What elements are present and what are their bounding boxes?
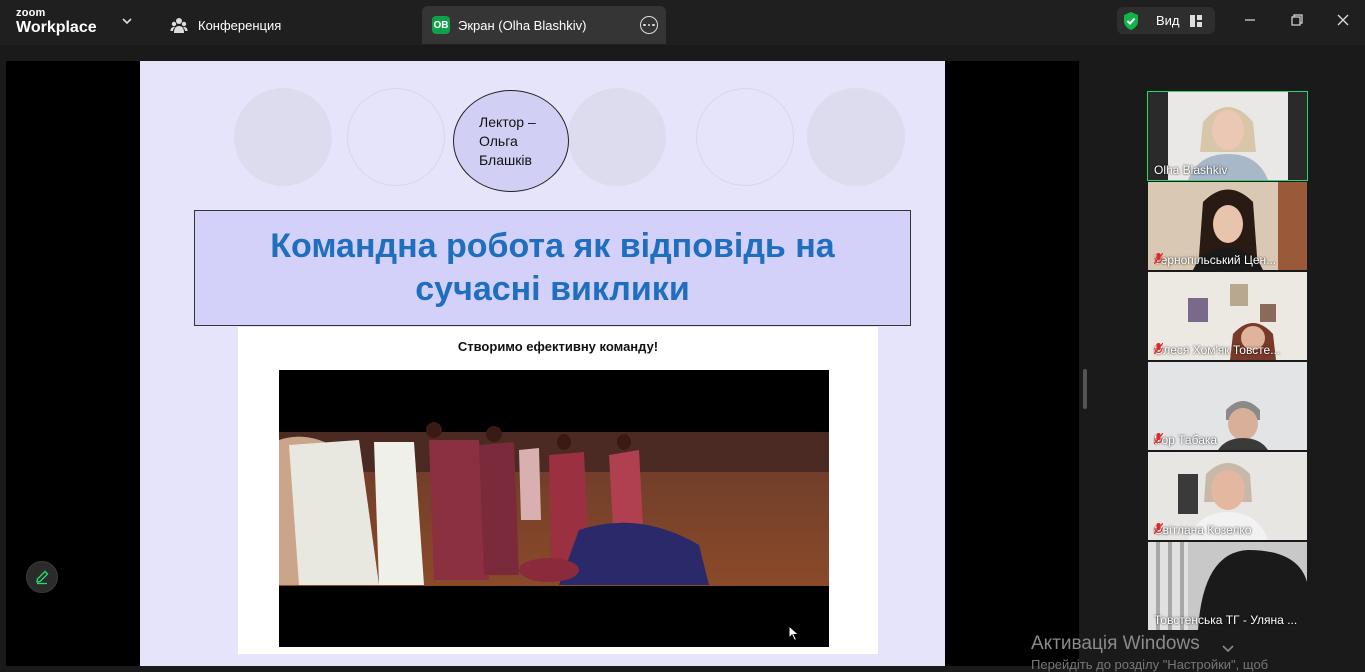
participants-icon: [170, 18, 188, 33]
annotate-button[interactable]: [26, 561, 58, 593]
view-button[interactable]: Вид: [1117, 7, 1215, 34]
participant-name: Ігор Табака: [1154, 433, 1217, 447]
restore-icon[interactable]: [1287, 10, 1307, 30]
windows-activation-subtitle: Перейдіть до розділу "Настройки", щоб: [1031, 657, 1269, 672]
participant-tile[interactable]: Товстенська ТГ - Уляна ...: [1148, 542, 1307, 630]
participant-tile[interactable]: Olha Blashkiv: [1147, 91, 1308, 181]
video-card: Створимо ефективну команду!: [238, 327, 878, 654]
windows-activation-title: Активація Windows: [1031, 633, 1200, 654]
decor-circle: [234, 88, 332, 186]
decor-circle: [696, 88, 794, 186]
screen-share-avatar: OB: [432, 16, 450, 34]
minimize-icon[interactable]: [1240, 10, 1260, 30]
cursor-icon: [788, 625, 800, 642]
logo-small: zoom: [16, 7, 46, 19]
view-layout-icon: [1189, 14, 1202, 27]
participant-name-text: Ігор Табака: [1154, 433, 1218, 447]
shield-check-icon: [1124, 11, 1138, 30]
chevron-down-icon[interactable]: [120, 14, 134, 28]
participant-name: Світлана Козелко: [1154, 523, 1251, 537]
mic-muted-icon: [1154, 433, 1163, 445]
participant-tile[interactable]: Ігор Табака: [1148, 362, 1307, 450]
participant-name-text: Олеся Хом'як Товсте...: [1154, 343, 1281, 357]
close-icon[interactable]: [1333, 10, 1353, 30]
participant-name: Товстенська ТГ - Уляна ...: [1154, 613, 1298, 627]
decor-circle: [568, 88, 666, 186]
slide-title-box: Командна робота як відповідь на сучасні …: [194, 210, 911, 326]
mic-muted-icon: [1154, 523, 1163, 535]
logo-big: Workplace: [16, 19, 97, 36]
participant-name: Olha Blashkiv: [1154, 163, 1228, 177]
participant-tile[interactable]: Олеся Хом'як Товсте...: [1148, 272, 1307, 360]
slide-title: Командна робота як відповідь на сучасні …: [270, 227, 835, 308]
tab-screen-label: Экран (Olha Blashkiv): [458, 17, 587, 33]
participant-tile[interactable]: Світлана Козелко: [1148, 452, 1307, 540]
video-caption: Створимо ефективну команду!: [457, 339, 659, 354]
participant-name: Тернопільський Цен...: [1154, 253, 1276, 267]
decor-circle: [807, 88, 905, 186]
participant-name: Олеся Хом'як Товсте...: [1154, 343, 1280, 357]
lecturer-bubble: Лектор – Ольга Блашків: [453, 90, 569, 192]
mic-muted-icon: [1154, 343, 1163, 355]
tab-screen-share[interactable]: OB Экран (Olha Blashkiv): [422, 6, 666, 44]
decor-circle: [347, 88, 445, 186]
zoom-logo: zoom Workplace: [16, 8, 97, 36]
panel-resize-handle[interactable]: [1083, 369, 1087, 409]
pencil-icon: [36, 570, 49, 585]
presentation-slide: Лектор – Ольга Блашків Командна робота я…: [140, 61, 945, 666]
view-label: Вид: [1156, 13, 1180, 28]
more-icon[interactable]: [640, 16, 658, 34]
participant-tile[interactable]: Тернопільський Цен...: [1148, 182, 1307, 270]
participant-name-text: Світлана Козелко: [1154, 523, 1252, 537]
title-bar: zoom Workplace Конференция OB Экран (Olh…: [0, 0, 1365, 45]
video-frame[interactable]: [279, 370, 829, 647]
chevron-down-icon[interactable]: [1221, 641, 1235, 655]
tab-conference[interactable]: Конференция: [170, 6, 281, 44]
tab-conference-label: Конференция: [198, 17, 282, 33]
participant-name-text: Тернопільський Цен...: [1154, 253, 1277, 267]
video-still: [279, 422, 829, 586]
mic-muted-icon: [1154, 253, 1163, 265]
